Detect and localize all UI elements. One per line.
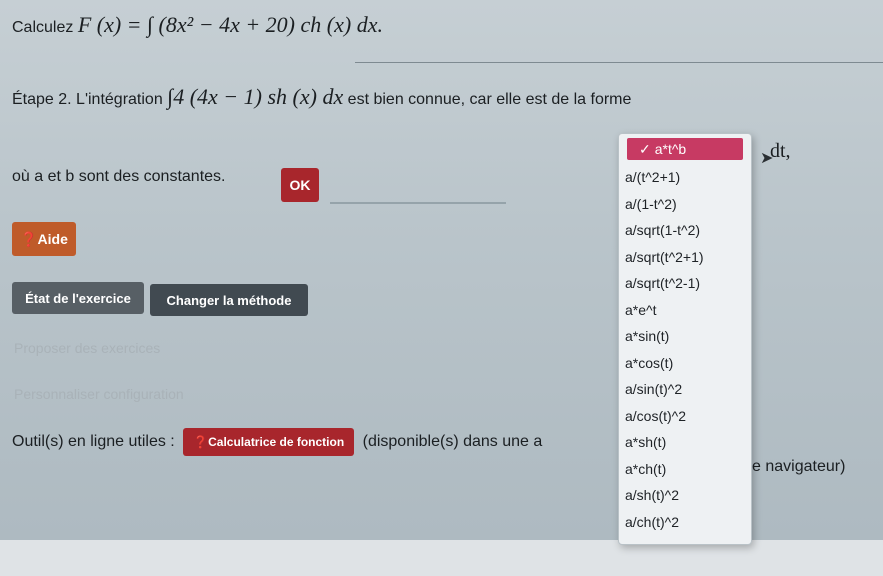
dropdown-option[interactable]: a*sin(t) — [619, 323, 751, 350]
faded-link-1[interactable]: Proposer des exercices — [14, 340, 160, 356]
exercise-state-button[interactable]: État de l'exercice — [12, 282, 144, 314]
dropdown-option[interactable]: a/(t^2+1) — [619, 164, 751, 191]
divider — [355, 62, 883, 63]
step-line: Étape 2. L'intégration ∫4 (4x − 1) sh (x… — [12, 84, 631, 110]
ok-button[interactable]: OK — [281, 168, 319, 202]
answer-field[interactable] — [330, 176, 506, 204]
check-icon: ✓ — [639, 141, 651, 157]
mouse-pointer-icon: ➤ — [760, 150, 774, 167]
question-formula: F (x) = ∫ (8x² − 4x + 20) ch (x) dx. — [77, 12, 383, 37]
question-line: Calculez F (x) = ∫ (8x² − 4x + 20) ch (x… — [12, 12, 383, 38]
dropdown-option[interactable]: a/(1-t^2) — [619, 191, 751, 218]
tools-line: Outil(s) en ligne utiles : ❓Calculatrice… — [12, 428, 542, 456]
step-suffix: est bien connue, car elle est de la form… — [347, 91, 632, 108]
dropdown-option[interactable]: a/ch(t)^2 — [619, 509, 751, 536]
dropdown-option[interactable]: a*e^t — [619, 297, 751, 324]
selected-option-label: a*t^b — [654, 141, 687, 157]
dropdown-option[interactable]: a/sin(t)^2 — [619, 376, 751, 403]
step-label: Étape 2. L'intégration — [12, 91, 163, 108]
help-button[interactable]: ❓Aide — [12, 222, 76, 256]
faded-link-2[interactable]: Personnaliser configuration — [14, 386, 184, 402]
tools-after: (disponible(s) dans une a — [362, 433, 543, 451]
dropdown-option[interactable]: a/sqrt(1-t^2) — [619, 217, 751, 244]
constants-text: où a et b sont des constantes. — [12, 168, 226, 185]
tools-tail: e navigateur) — [752, 458, 846, 475]
bottom-band — [0, 540, 883, 576]
dropdown-option[interactable]: a/sqrt(t^2+1) — [619, 244, 751, 271]
function-calculator-button[interactable]: ❓Calculatrice de fonction — [183, 428, 355, 456]
dropdown-option[interactable]: a*ch(t) — [619, 456, 751, 483]
dropdown-option[interactable]: a/sqrt(t^2-1) — [619, 270, 751, 297]
form-dropdown[interactable]: ✓ a*t^b a/(t^2+1) a/(1-t^2) a/sqrt(1-t^2) a/… — [618, 133, 752, 545]
dropdown-option[interactable]: a*cos(t) — [619, 350, 751, 377]
step-formula: ∫4 (4x − 1) sh (x) dx — [167, 84, 344, 109]
dropdown-option[interactable]: a/cos(t)^2 — [619, 403, 751, 430]
tools-label: Outil(s) en ligne utiles : — [12, 433, 175, 451]
dropdown-option-selected[interactable]: ✓ a*t^b — [627, 138, 743, 160]
question-prefix: Calculez — [12, 19, 74, 36]
dropdown-option[interactable]: a*sh(t) — [619, 429, 751, 456]
dropdown-options: a/(t^2+1) a/(1-t^2) a/sqrt(1-t^2) a/sqrt(t^… — [619, 164, 751, 535]
dropdown-option[interactable]: a/sh(t)^2 — [619, 482, 751, 509]
change-method-button[interactable]: Changer la méthode — [150, 284, 308, 316]
